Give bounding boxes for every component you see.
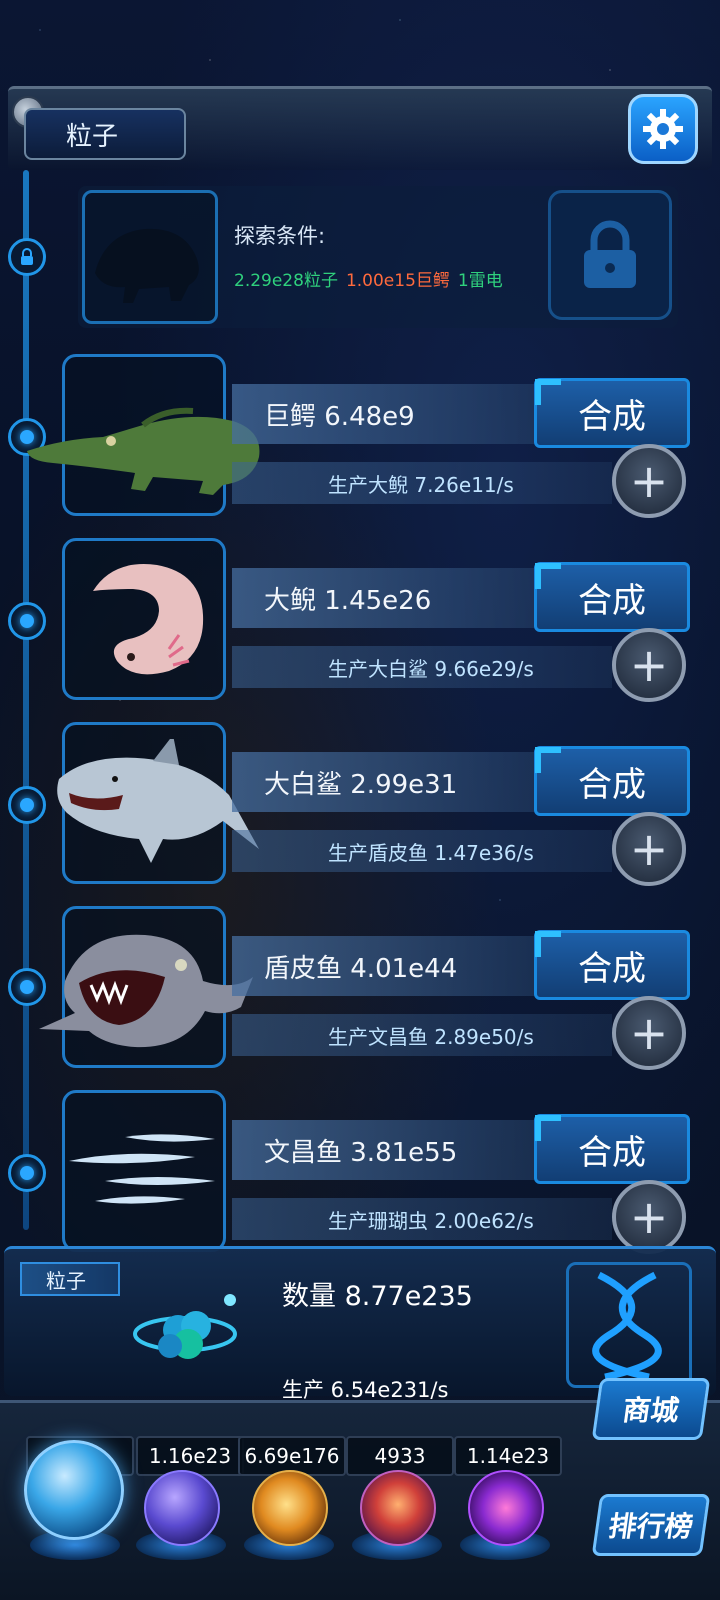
creature-production: 生产文昌鱼 2.89e50/s xyxy=(232,1014,612,1056)
merge-button[interactable]: 合成 xyxy=(534,746,690,816)
creature-row-placoderm: 盾皮鱼 4.01e44 生产文昌鱼 2.89e50/s 合成 + xyxy=(0,906,720,1092)
leaderboard-button[interactable]: 排行榜 xyxy=(591,1494,711,1556)
plus-icon: + xyxy=(629,454,669,508)
plus-button[interactable]: + xyxy=(612,996,686,1070)
plus-icon: + xyxy=(629,1006,669,1060)
merge-button[interactable]: 合成 xyxy=(534,930,690,1000)
particle-atom-icon xyxy=(133,1294,237,1359)
plus-button[interactable]: + xyxy=(612,1180,686,1254)
plus-icon: + xyxy=(629,1190,669,1244)
merge-button[interactable]: 合成 xyxy=(534,1114,690,1184)
lancelet-image xyxy=(69,1134,215,1204)
settings-button[interactable] xyxy=(628,94,698,164)
plus-icon: + xyxy=(629,822,669,876)
creature-production: 生产大鲵 7.26e11/s xyxy=(232,462,612,504)
creature-name-count: 大白鲨 2.99e31 xyxy=(232,752,538,812)
plus-button[interactable]: + xyxy=(612,812,686,886)
merge-button[interactable]: 合成 xyxy=(534,378,690,448)
lock-icon xyxy=(584,220,636,288)
brain-orb-button[interactable] xyxy=(360,1470,436,1546)
dna-icon xyxy=(566,1262,692,1388)
creature-name-count: 巨鳄 6.48e9 xyxy=(232,384,538,444)
placoderm-image xyxy=(39,934,253,1048)
creature-name-count: 文昌鱼 3.81e55 xyxy=(232,1120,538,1180)
vortex-orb-button[interactable] xyxy=(468,1470,544,1546)
plus-button[interactable]: + xyxy=(612,628,686,702)
creature-portrait xyxy=(57,722,260,884)
resource-count: 数量 8.77e235 xyxy=(282,1281,473,1312)
lock-node-icon xyxy=(8,238,46,276)
page-title: 粒子 xyxy=(24,108,186,160)
creature-row-salamander: 大鲵 1.45e26 生产大白鲨 9.66e29/s 合成 + xyxy=(0,538,720,724)
creature-row-great-white-shark: 大白鲨 2.99e31 生产盾皮鱼 1.47e36/s 合成 + xyxy=(0,722,720,908)
creature-production: 生产盾皮鱼 1.47e36/s xyxy=(232,830,612,872)
creature-production: 生产珊瑚虫 2.00e62/s xyxy=(232,1198,612,1240)
creature-portrait xyxy=(62,1090,226,1252)
gear-icon xyxy=(643,109,683,149)
creature-name-count: 盾皮鱼 4.01e44 xyxy=(232,936,538,996)
creature-portrait xyxy=(39,906,253,1068)
plus-icon: + xyxy=(629,638,669,692)
explore-condition-title: 探索条件: xyxy=(234,224,326,248)
creature-production: 生产大白鲨 9.66e29/s xyxy=(232,646,612,688)
creature-name-count: 大鲵 1.45e26 xyxy=(232,568,538,628)
plus-button[interactable]: + xyxy=(612,444,686,518)
locked-silhouette-icon xyxy=(95,228,199,303)
locked-button[interactable] xyxy=(548,190,672,320)
shop-button[interactable]: 商城 xyxy=(591,1378,711,1440)
fire-orb-button[interactable] xyxy=(252,1470,328,1546)
explore-condition-requirements: 2.29e28粒子 1.00e15巨鳄 1雷电 xyxy=(234,266,503,291)
creature-portrait xyxy=(27,354,260,516)
creature-portrait xyxy=(62,538,226,700)
merge-button[interactable]: 合成 xyxy=(534,562,690,632)
salamander-image xyxy=(93,564,204,675)
thunder-orb-button[interactable] xyxy=(144,1470,220,1546)
req-crocodile: 1.00e15巨鳄 xyxy=(345,271,450,291)
locked-creature-portrait xyxy=(82,190,218,324)
creature-row-crocodile: 巨鳄 6.48e9 生产大鲵 7.26e11/s 合成 + xyxy=(0,354,720,540)
req-thunder: 1雷电 xyxy=(457,271,503,291)
req-particles: 2.29e28粒子 xyxy=(234,271,338,291)
resource-tag: 粒子 xyxy=(20,1262,120,1296)
particle-orb-button[interactable] xyxy=(24,1440,124,1540)
